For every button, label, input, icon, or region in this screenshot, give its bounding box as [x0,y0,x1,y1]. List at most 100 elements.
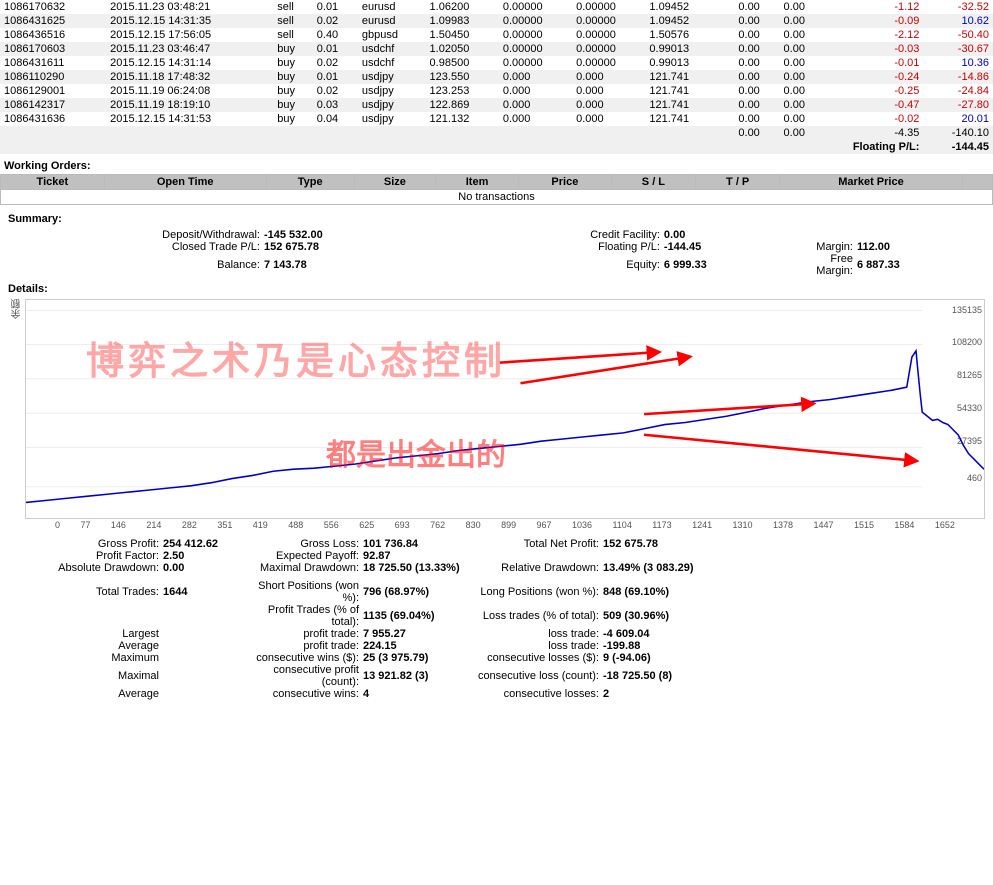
avg-loss-value: -199.88 [603,640,985,652]
floating-pl-value: -144.45 [923,140,993,154]
abs-drawdown-value: 0.00 [163,562,253,574]
gross-profit-value: 254 412.62 [163,538,253,550]
loss-trades-value: 509 (30.96%) [603,604,985,628]
x-1378: 1378 [773,520,793,530]
balance-label: Balance: [8,253,264,277]
profit-trades-label: Profit Trades (% of total): [253,604,363,628]
working-orders-table: TicketOpen TimeTypeSizeItemPriceS / LT /… [0,174,993,205]
maximum-label: Maximum [8,652,163,664]
x-1241: 1241 [692,520,712,530]
profit-trade-value: 7 955.27 [363,628,463,640]
gross-loss-label: Gross Loss: [253,538,363,550]
working-header: Open Time [104,175,266,190]
avg-consec-losses-value: 2 [603,688,985,700]
short-label: Short Positions (won %): [253,580,363,604]
total-col1: 0.00 [719,126,764,140]
consec-wins-label: consecutive wins ($): [253,652,363,664]
free-margin-label: Free Margin: [792,253,857,277]
profit-trades-value: 1135 (69.04%) [363,604,463,628]
working-header: Item [436,175,519,190]
total-trades-label: Total Trades: [8,580,163,604]
relative-drawdown-value: 13.49% (3 083.29) [603,562,985,574]
x-488: 488 [288,520,303,530]
equity-label: Equity: [440,253,664,277]
x-899: 899 [501,520,516,530]
loss-trade-label: loss trade: [463,628,603,640]
free-margin-value: 6 887.33 [857,253,985,277]
x-1310: 1310 [733,520,753,530]
loss-trades-label: Loss trades (% of total): [463,604,603,628]
y-axis-label: 余额 [8,299,25,319]
consec-loss-label: consecutive loss (count): [463,664,603,688]
working-header: T / P [696,175,780,190]
trade-row: 10861423172015.11.19 18:19:10buy0.03usdj… [0,98,993,112]
x-556: 556 [324,520,339,530]
totals-row: 0.00 0.00 -4.35 -140.10 [0,126,993,140]
consec-losses-value: 9 (-94.06) [603,652,985,664]
avg-profit-label: profit trade: [253,640,363,652]
equity-value: 6 999.33 [664,253,792,277]
relative-drawdown-label: Relative Drawdown: [463,562,603,574]
x-146: 146 [111,520,126,530]
summary-title: Summary: [8,213,985,229]
trade-row: 10864316362015.12.15 14:31:53buy0.04usdj… [0,112,993,126]
trade-row: 10861706322015.11.23 03:48:21sell0.01eur… [0,0,993,14]
floating-sum-value: -144.45 [664,241,792,253]
no-transactions-row: No transactions [1,190,993,205]
consec-profit-label: consecutive profit (count): [253,664,363,688]
gross-profit-label: Gross Profit: [8,538,163,550]
no-transactions-text: No transactions [1,190,993,205]
long-value: 848 (69.10%) [603,580,985,604]
working-header: Price [518,175,611,190]
x-419: 419 [253,520,268,530]
maximal-drawdown-value: 18 725.50 (13.33%) [363,562,463,574]
trade-row: 10864316112015.12.15 14:31:14buy0.02usdc… [0,56,993,70]
stats-table: Gross Profit: 254 412.62 Gross Loss: 101… [8,538,985,700]
trade-row: 10864316252015.12.15 14:31:35sell0.02eur… [0,14,993,28]
avg-consec-wins-label: consecutive wins: [253,688,363,700]
long-label: Long Positions (won %): [463,580,603,604]
working-header: Ticket [1,175,105,190]
chart-area: 135135 108200 81265 54330 27395 460 [25,299,985,519]
avg-loss-label: loss trade: [463,640,603,652]
x-1447: 1447 [813,520,833,530]
working-header [962,175,992,190]
total-col4: -140.10 [923,126,993,140]
x-1515: 1515 [854,520,874,530]
total-col2: 0.00 [764,126,809,140]
x-967: 967 [537,520,552,530]
chart-x-axis: 0 77 146 214 282 351 419 488 556 625 693… [25,520,985,530]
working-header: Type [266,175,354,190]
x-693: 693 [395,520,410,530]
x-77: 77 [80,520,90,530]
avg-consec-wins-value: 4 [363,688,463,700]
summary-table: Deposit/Withdrawal: -145 532.00 Credit F… [8,229,985,277]
credit-value: 0.00 [664,229,792,241]
x-1584: 1584 [894,520,914,530]
average-label: Average [8,640,163,652]
avg-consec-losses-label: consecutive losses: [463,688,603,700]
x-0: 0 [55,520,60,530]
consec-wins-value: 25 (3 975.79) [363,652,463,664]
deposit-value: -145 532.00 [264,229,440,241]
consec-profit-value: 13 921.82 (3) [363,664,463,688]
trade-row: 10861290012015.11.19 06:24:08buy0.02usdj… [0,84,993,98]
maximal-label: Maximal [8,664,163,688]
x-351: 351 [217,520,232,530]
profit-factor-value: 2.50 [163,550,253,562]
closed-label: Closed Trade P/L: [8,241,264,253]
closed-value: 152 675.78 [264,241,440,253]
deposit-label: Deposit/Withdrawal: [8,229,264,241]
x-282: 282 [182,520,197,530]
x-762: 762 [430,520,445,530]
x-830: 830 [466,520,481,530]
details-title: Details: [8,283,985,299]
profit-factor-label: Profit Factor: [8,550,163,562]
working-orders-title: Working Orders: [0,156,993,174]
loss-trade-value: -4 609.04 [603,628,985,640]
x-1652: 1652 [935,520,955,530]
trade-row: 10861102902015.11.18 17:48:32buy0.01usdj… [0,70,993,84]
balance-value: 7 143.78 [264,253,440,277]
total-net-label: Total Net Profit: [463,538,603,550]
floating-sum-label: Floating P/L: [440,241,664,253]
